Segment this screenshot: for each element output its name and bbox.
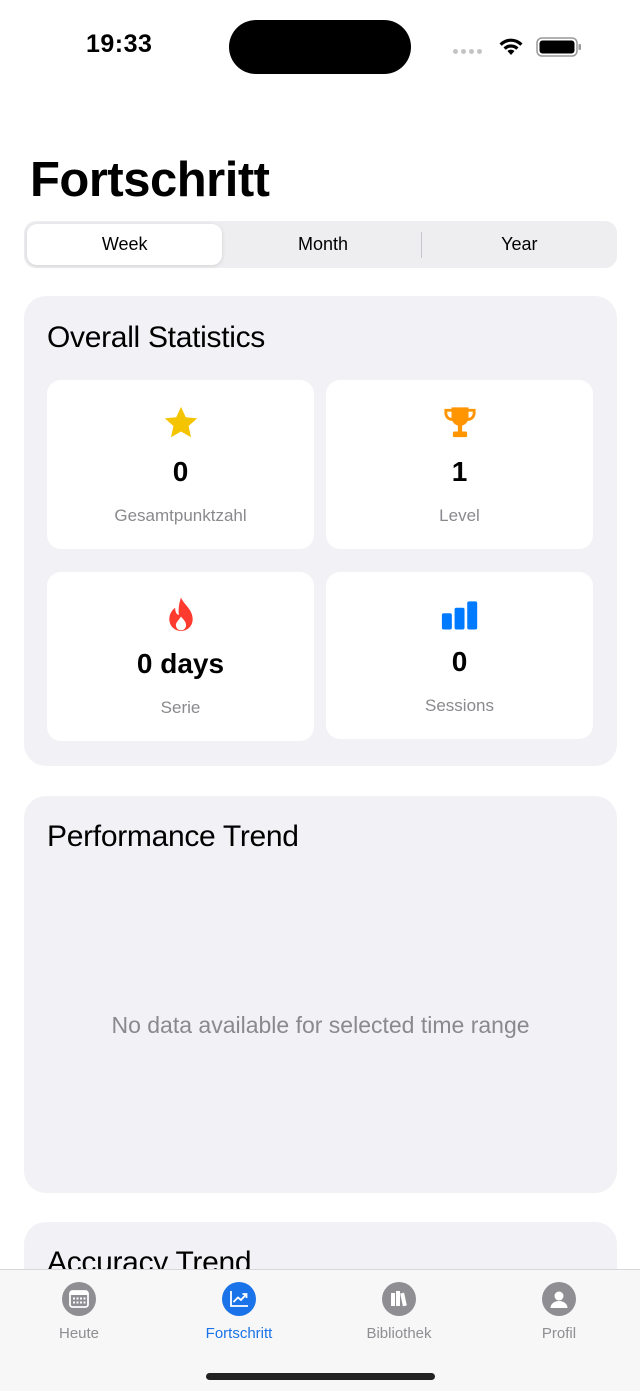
- stat-label: Serie: [160, 698, 201, 717]
- stat-value: 0: [172, 456, 189, 487]
- home-indicator: [206, 1373, 435, 1380]
- tab-label: Bibliothek: [366, 1325, 432, 1342]
- chart-line-icon: [222, 1282, 256, 1316]
- status-bar: 19:33: [0, 0, 640, 96]
- stat-tile-total-points: 0 Gesamtpunktzahl: [47, 380, 314, 549]
- trophy-icon: [441, 404, 479, 442]
- performance-trend-title: Performance Trend: [47, 820, 299, 853]
- tab-label: Heute: [58, 1325, 100, 1342]
- segment-week[interactable]: Week: [27, 224, 223, 265]
- tab-label: Fortschritt: [205, 1325, 273, 1342]
- calendar-icon: [62, 1282, 96, 1316]
- empty-state-message: No data available for selected time rang…: [111, 1012, 530, 1038]
- stat-tile-sessions: 0 Sessions: [326, 572, 593, 739]
- stat-value: 1: [451, 456, 468, 487]
- tab-heute[interactable]: Heute: [14, 1282, 144, 1342]
- cellular-signal-icon: [453, 49, 482, 54]
- tab-profil[interactable]: Profil: [494, 1282, 624, 1342]
- tab-label: Profil: [541, 1325, 577, 1342]
- dynamic-island: [229, 20, 411, 74]
- performance-trend-card: Performance Trend No data available for …: [24, 796, 617, 1193]
- stat-label: Sessions: [425, 696, 494, 715]
- bar-chart-icon: [441, 596, 479, 634]
- page-title: Fortschritt: [30, 153, 270, 207]
- overall-statistics-card: Overall Statistics 0 Gesamtpunktzahl 1 L…: [24, 296, 617, 766]
- overall-statistics-title: Overall Statistics: [47, 321, 265, 354]
- star-icon: [162, 404, 200, 442]
- stat-label: Level: [439, 506, 480, 525]
- tab-bibliothek[interactable]: Bibliothek: [334, 1282, 464, 1342]
- person-icon: [542, 1282, 576, 1316]
- stat-tile-streak: 0 days Serie: [47, 572, 314, 741]
- segment-year[interactable]: Year: [422, 221, 617, 268]
- time-range-segmented-control[interactable]: Week Month Year: [24, 221, 617, 268]
- flame-icon: [162, 596, 200, 634]
- stat-value: 0: [451, 646, 468, 677]
- tab-fortschritt[interactable]: Fortschritt: [174, 1282, 304, 1342]
- stat-label: Gesamtpunktzahl: [114, 506, 247, 525]
- tab-bar: Heute Fortschritt Bibliothek Profil: [0, 1269, 640, 1391]
- stat-tile-level: 1 Level: [326, 380, 593, 549]
- wifi-icon: [499, 38, 523, 55]
- status-time: 19:33: [86, 30, 153, 58]
- segment-month[interactable]: Month: [225, 221, 420, 268]
- books-icon: [382, 1282, 416, 1316]
- stat-value: 0 days: [136, 648, 225, 679]
- battery-icon: [536, 37, 581, 57]
